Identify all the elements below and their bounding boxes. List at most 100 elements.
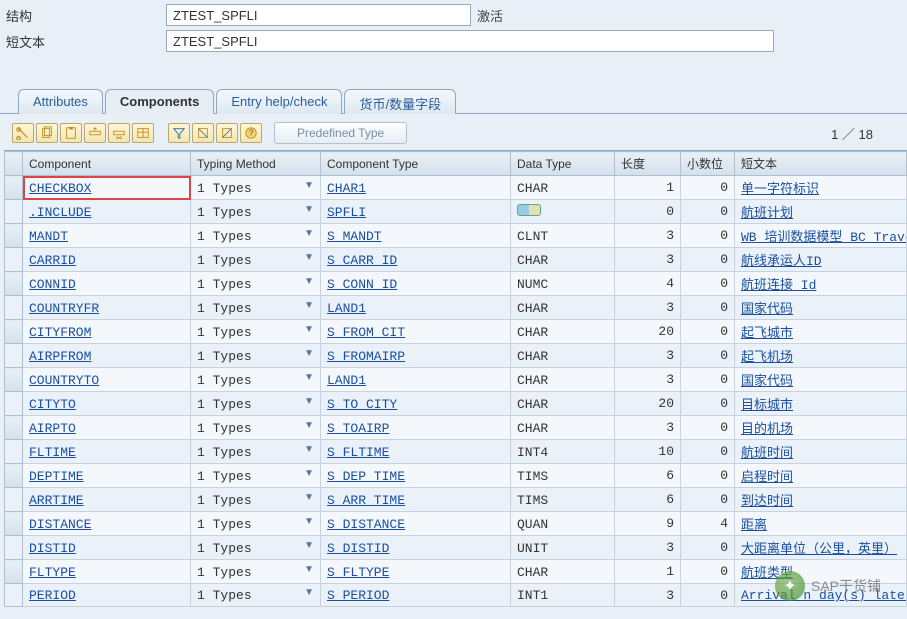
component-link[interactable]: CARRID: [29, 253, 76, 268]
short-desc-cell[interactable]: 距离: [735, 512, 907, 536]
dropdown-icon[interactable]: ▼: [304, 516, 314, 527]
length-cell[interactable]: 3: [615, 416, 681, 440]
component-cell[interactable]: FLTYPE: [23, 560, 191, 584]
component-link[interactable]: CHECKBOX: [29, 181, 91, 196]
decimals-cell[interactable]: 0: [681, 248, 735, 272]
component-type-cell[interactable]: LAND1: [321, 368, 511, 392]
component-type-cell[interactable]: S_MANDT: [321, 224, 511, 248]
row-handle[interactable]: [5, 488, 23, 512]
component-cell[interactable]: .INCLUDE: [23, 200, 191, 224]
dropdown-icon[interactable]: ▼: [304, 348, 314, 359]
length-cell[interactable]: 20: [615, 392, 681, 416]
component-type-link[interactable]: S_CONN_ID: [327, 277, 397, 292]
row-handle[interactable]: [5, 560, 23, 584]
component-cell[interactable]: FLTIME: [23, 440, 191, 464]
component-type-link[interactable]: SPFLI: [327, 205, 366, 220]
decimals-cell[interactable]: 0: [681, 296, 735, 320]
short-desc-cell[interactable]: 目标城市: [735, 392, 907, 416]
dropdown-icon[interactable]: ▼: [304, 396, 314, 407]
row-handle-header[interactable]: [5, 152, 23, 176]
short-desc-link[interactable]: 航班计划: [741, 206, 793, 221]
component-link[interactable]: MANDT: [29, 229, 68, 244]
predefined-type-button[interactable]: Predefined Type: [274, 122, 407, 144]
component-cell[interactable]: DISTID: [23, 536, 191, 560]
tab-entry-help[interactable]: Entry help/check: [216, 89, 342, 114]
typing-method-cell[interactable]: 1 Types▼: [191, 536, 321, 560]
row-handle[interactable]: [5, 464, 23, 488]
dropdown-icon[interactable]: ▼: [304, 564, 314, 575]
typing-method-cell[interactable]: 1 Types▼: [191, 560, 321, 584]
length-cell[interactable]: 3: [615, 344, 681, 368]
component-type-link[interactable]: S_DEP_TIME: [327, 469, 405, 484]
col-short-desc[interactable]: 短文本: [735, 152, 907, 176]
length-cell[interactable]: 9: [615, 512, 681, 536]
data-type-cell[interactable]: CHAR: [511, 560, 615, 584]
short-desc-cell[interactable]: 目的机场: [735, 416, 907, 440]
short-desc-link[interactable]: 国家代码: [741, 374, 793, 389]
component-type-cell[interactable]: S_FLTIME: [321, 440, 511, 464]
row-handle[interactable]: [5, 176, 23, 200]
component-type-link[interactable]: S_FROMAIRP: [327, 349, 405, 364]
component-cell[interactable]: AIRPTO: [23, 416, 191, 440]
short-desc-link[interactable]: 航班连接 Id: [741, 278, 816, 293]
component-type-cell[interactable]: S_CARR_ID: [321, 248, 511, 272]
data-type-cell[interactable]: CHAR: [511, 320, 615, 344]
component-link[interactable]: PERIOD: [29, 588, 76, 603]
data-type-cell[interactable]: CHAR: [511, 392, 615, 416]
row-handle[interactable]: [5, 512, 23, 536]
data-type-cell[interactable]: CHAR: [511, 368, 615, 392]
data-type-cell[interactable]: CHAR: [511, 344, 615, 368]
col-decimals[interactable]: 小数位: [681, 152, 735, 176]
data-type-cell[interactable]: [511, 200, 615, 224]
component-type-link[interactable]: S_ARR_TIME: [327, 493, 405, 508]
length-cell[interactable]: 1: [615, 176, 681, 200]
row-handle[interactable]: [5, 272, 23, 296]
row-handle[interactable]: [5, 584, 23, 607]
data-type-cell[interactable]: CLNT: [511, 224, 615, 248]
component-type-link[interactable]: S_PERIOD: [327, 588, 389, 603]
dropdown-icon[interactable]: ▼: [304, 420, 314, 431]
data-type-cell[interactable]: INT1: [511, 584, 615, 607]
decimals-cell[interactable]: 0: [681, 440, 735, 464]
component-cell[interactable]: PERIOD: [23, 584, 191, 607]
copy-icon[interactable]: [36, 123, 58, 143]
short-desc-cell[interactable]: 到达时间: [735, 488, 907, 512]
typing-method-cell[interactable]: 1 Types▼: [191, 296, 321, 320]
component-type-link[interactable]: S_FLTIME: [327, 445, 389, 460]
expand-icon[interactable]: [192, 123, 214, 143]
short-desc-cell[interactable]: WB 培训数据模型 BC_Travel 的: [735, 224, 907, 248]
short-desc-link[interactable]: 到达时间: [741, 494, 793, 509]
typing-method-cell[interactable]: 1 Types▼: [191, 368, 321, 392]
row-handle[interactable]: [5, 200, 23, 224]
collapse-icon[interactable]: [216, 123, 238, 143]
short-desc-link[interactable]: 航班类型: [741, 566, 793, 581]
component-cell[interactable]: CITYFROM: [23, 320, 191, 344]
component-type-cell[interactable]: S_FROMAIRP: [321, 344, 511, 368]
typing-method-cell[interactable]: 1 Types▼: [191, 272, 321, 296]
component-type-link[interactable]: S_CARR_ID: [327, 253, 397, 268]
length-cell[interactable]: 3: [615, 584, 681, 607]
dropdown-icon[interactable]: ▼: [304, 468, 314, 479]
data-type-cell[interactable]: CHAR: [511, 248, 615, 272]
typing-method-cell[interactable]: 1 Types▼: [191, 200, 321, 224]
row-handle[interactable]: [5, 296, 23, 320]
component-type-cell[interactable]: S_DISTID: [321, 536, 511, 560]
decimals-cell[interactable]: 0: [681, 488, 735, 512]
dropdown-icon[interactable]: ▼: [304, 372, 314, 383]
component-type-cell[interactable]: S_TOAIRP: [321, 416, 511, 440]
typing-method-cell[interactable]: 1 Types▼: [191, 248, 321, 272]
short-desc-cell[interactable]: 航班计划: [735, 200, 907, 224]
short-desc-link[interactable]: Arrival n day(s) later: [741, 588, 907, 603]
decimals-cell[interactable]: 0: [681, 224, 735, 248]
decimals-cell[interactable]: 0: [681, 320, 735, 344]
short-desc-cell[interactable]: 起飞城市: [735, 320, 907, 344]
short-desc-link[interactable]: 单一字符标识: [741, 182, 819, 197]
decimals-cell[interactable]: 4: [681, 512, 735, 536]
dropdown-icon[interactable]: ▼: [304, 252, 314, 263]
short-desc-link[interactable]: 起飞机场: [741, 350, 793, 365]
delete-row-icon[interactable]: [108, 123, 130, 143]
decimals-cell[interactable]: 0: [681, 536, 735, 560]
decimals-cell[interactable]: 0: [681, 200, 735, 224]
short-desc-cell[interactable]: 大距离单位（公里，英里）: [735, 536, 907, 560]
component-type-link[interactable]: S_TOAIRP: [327, 421, 389, 436]
